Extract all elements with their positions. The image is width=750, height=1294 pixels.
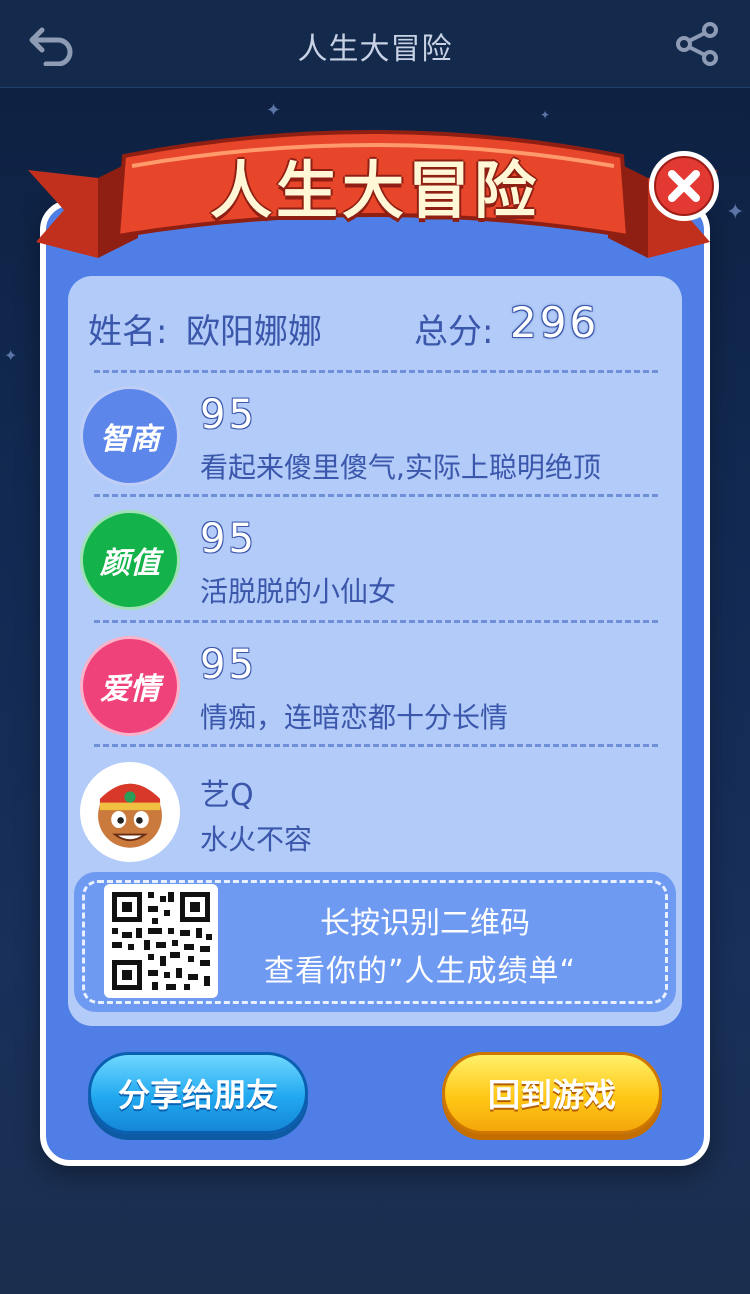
- share-icon[interactable]: [674, 20, 722, 68]
- trait-desc-love: 情痴，连暗恋都十分长情: [200, 701, 509, 734]
- divider: [94, 370, 658, 373]
- trait-desc-looks: 活脱脱的小仙女: [200, 575, 397, 608]
- score-label: 总分:: [414, 312, 494, 352]
- trait-score-love: 95: [200, 642, 257, 688]
- qr-code[interactable]: [104, 884, 218, 998]
- match-desc: 水火不容: [200, 823, 313, 856]
- trait-badge-iq: 智商: [80, 386, 180, 486]
- trait-desc-iq: 看起来傻里傻气,实际上聪明绝顶: [200, 451, 601, 484]
- cartoon-face-icon: [98, 783, 162, 848]
- trait-score-iq: 95: [200, 392, 257, 438]
- qr-instruction: 长按识别二维码: [320, 906, 530, 941]
- star-icon: ✦: [4, 346, 18, 365]
- close-icon[interactable]: [646, 148, 722, 224]
- divider: [94, 620, 658, 623]
- trait-badge-love: 爱情: [80, 636, 180, 736]
- divider: [94, 744, 658, 747]
- total-score: 296: [510, 298, 600, 347]
- match-name: 艺Q: [200, 778, 254, 813]
- share-to-friends-button[interactable]: 分享给朋友: [88, 1052, 308, 1134]
- avatar: [80, 762, 180, 862]
- back-to-game-button[interactable]: 回到游戏: [442, 1052, 662, 1134]
- page-title: 人生大冒险: [297, 32, 453, 67]
- name-label: 姓名:: [88, 312, 168, 352]
- qr-code-icon: [112, 892, 212, 990]
- top-bar: 人生大冒险: [0, 0, 750, 88]
- star-icon: ✦: [726, 200, 745, 225]
- trait-badge-looks: 颜值: [80, 510, 180, 610]
- trait-score-looks: 95: [200, 516, 257, 562]
- banner-title: 人生大冒险: [209, 154, 540, 227]
- qr-subtext: 查看你的”人生成绩单“: [264, 954, 577, 989]
- name-value: 欧阳娜娜: [186, 312, 322, 352]
- divider: [94, 494, 658, 497]
